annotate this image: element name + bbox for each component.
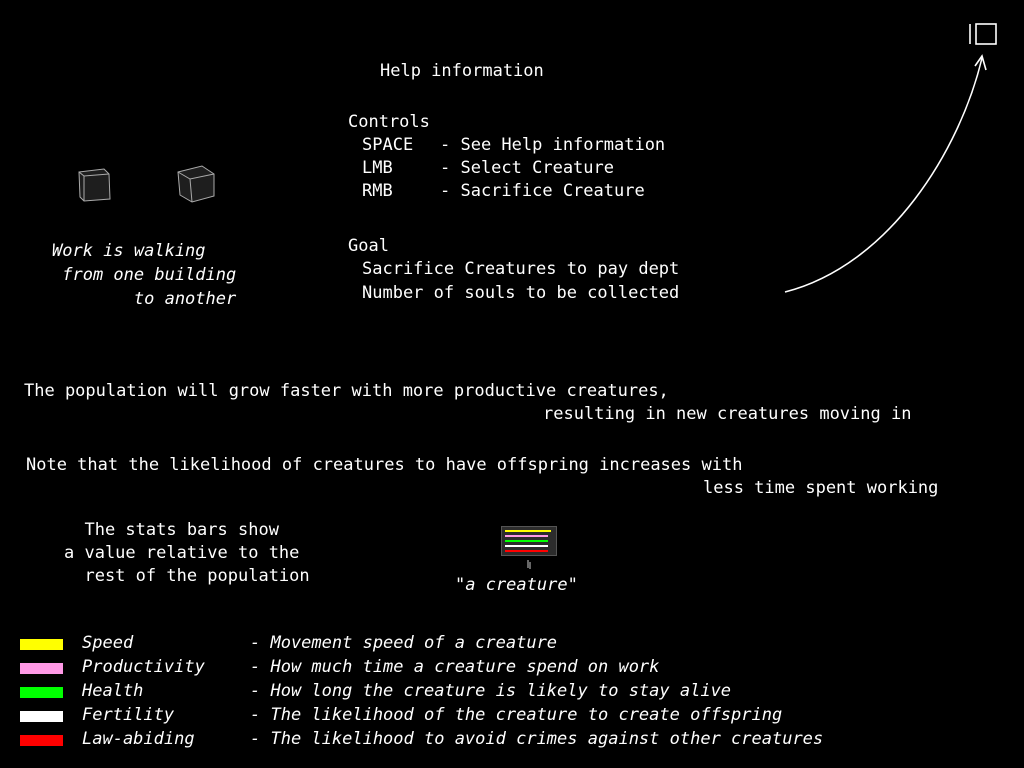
stats-note-line: The stats bars show bbox=[64, 520, 279, 540]
control-row-rmb: RMB - Sacrifice Creature bbox=[362, 180, 645, 203]
creature-figure-icon bbox=[527, 560, 531, 569]
work-note-line: from one building bbox=[52, 265, 237, 285]
creature-stat-bar-productivity bbox=[505, 535, 548, 537]
souls-counter-icon[interactable] bbox=[966, 22, 1000, 48]
legend-swatch bbox=[20, 663, 63, 674]
creature-stat-bar-health bbox=[505, 540, 548, 542]
control-row-space: SPACE - See Help information bbox=[362, 134, 665, 157]
legend-swatch bbox=[20, 687, 63, 698]
creature-label: "a creature" bbox=[455, 575, 578, 595]
work-note-line: Work is walking bbox=[52, 241, 206, 261]
building-cube-icon bbox=[177, 165, 215, 203]
legend-name: Productivity bbox=[82, 657, 205, 677]
creature-stat-bar-law-abiding bbox=[505, 550, 548, 552]
legend-swatch bbox=[20, 711, 63, 722]
controls-heading: Controls bbox=[348, 112, 430, 132]
creature-stats-panel bbox=[501, 526, 557, 556]
legend-desc: - The likelihood to avoid crimes against… bbox=[250, 729, 824, 749]
control-key: SPACE bbox=[362, 135, 414, 155]
legend-desc: - The likelihood of the creature to crea… bbox=[250, 705, 783, 725]
legend-name: Health bbox=[82, 681, 144, 701]
population-note-line: resulting in new creatures moving in bbox=[543, 404, 912, 424]
creature-stat-bar-fertility bbox=[505, 545, 548, 547]
legend-desc: - How much time a creature spend on work bbox=[250, 657, 660, 677]
offspring-note-line: less time spent working bbox=[703, 478, 939, 498]
legend-name: Fertility bbox=[82, 705, 175, 725]
goal-line: Sacrifice Creatures to pay dept bbox=[362, 259, 680, 279]
stats-note-line: rest of the population bbox=[64, 566, 310, 586]
legend-name: Speed bbox=[82, 633, 134, 653]
control-row-lmb: LMB - Select Creature bbox=[362, 157, 614, 180]
legend-swatch bbox=[20, 735, 63, 746]
offspring-note-line: Note that the likelihood of creatures to… bbox=[26, 455, 743, 475]
building-cube-icon bbox=[78, 168, 111, 202]
goal-line: Number of souls to be collected bbox=[362, 283, 680, 303]
work-note: Work is walking from one building to ano… bbox=[52, 239, 236, 311]
control-desc: - Sacrifice Creature bbox=[440, 181, 645, 201]
population-note-line: The population will grow faster with mor… bbox=[24, 381, 669, 401]
legend-name: Law-abiding bbox=[82, 729, 195, 749]
control-desc: - Select Creature bbox=[440, 158, 614, 178]
stats-note: The stats bars show a value relative to t… bbox=[64, 519, 310, 588]
control-desc: - See Help information bbox=[440, 135, 666, 155]
control-key: RMB bbox=[362, 181, 393, 201]
help-title: Help information bbox=[380, 61, 544, 81]
goal-heading: Goal bbox=[348, 236, 389, 256]
stats-note-line: a value relative to the bbox=[64, 543, 300, 563]
legend-desc: - Movement speed of a creature bbox=[250, 633, 558, 653]
legend-desc: - How long the creature is likely to sta… bbox=[250, 681, 732, 701]
legend-swatch bbox=[20, 639, 63, 650]
work-note-line: to another bbox=[52, 289, 237, 309]
control-key: LMB bbox=[362, 158, 393, 178]
creature-stat-bar-speed bbox=[505, 530, 551, 532]
